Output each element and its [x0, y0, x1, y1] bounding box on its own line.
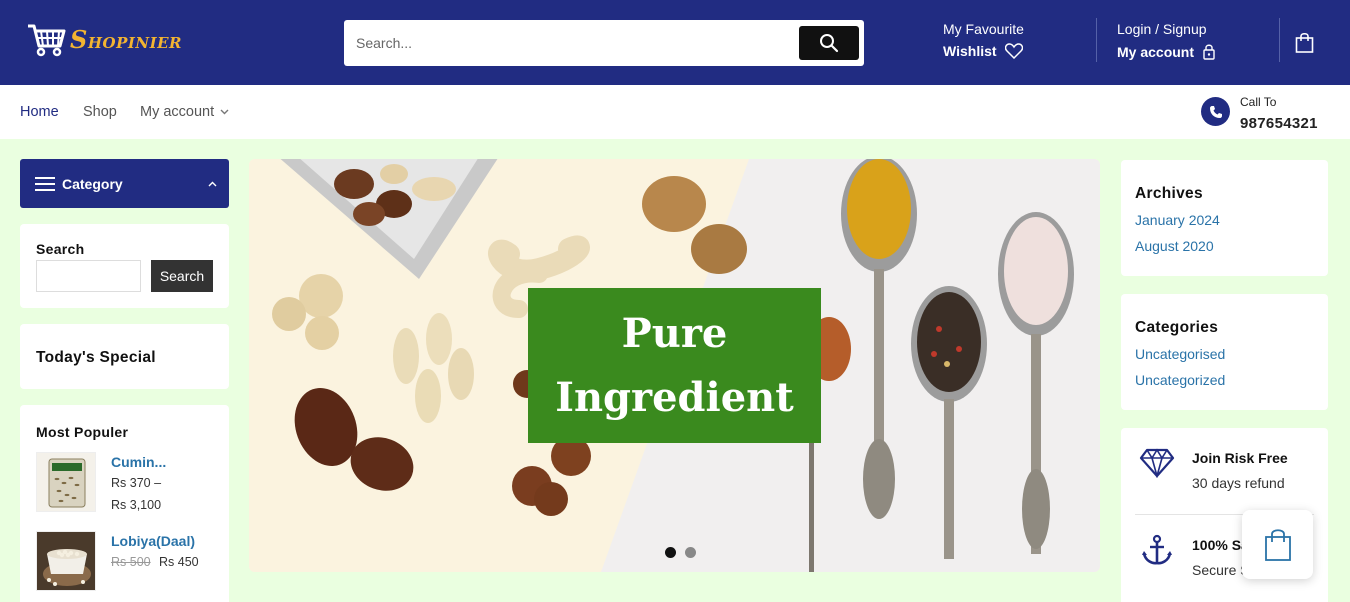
search-button[interactable] [799, 26, 859, 60]
shopping-bag-icon [1295, 32, 1314, 53]
sidebar-search-input[interactable] [36, 260, 141, 292]
shopping-cart-icon [28, 24, 66, 57]
header-search [344, 20, 864, 66]
login-small-label: Login / Signup [1117, 21, 1207, 37]
product-image[interactable] [36, 531, 96, 591]
wishlist-label: Wishlist [943, 43, 997, 59]
top-header: SHOPINIER My Favourite Wishlist Login / … [0, 0, 1350, 85]
cart-button[interactable] [1295, 32, 1314, 58]
todays-special-widget: Today's Special [20, 324, 229, 389]
call-number[interactable]: 987654321 [1240, 115, 1318, 132]
product-name[interactable]: Cumin... [111, 454, 166, 470]
account-link[interactable]: Login / Signup My account [1117, 21, 1216, 60]
category-label: Category [62, 176, 123, 192]
chevron-up-icon [208, 181, 217, 187]
phone-icon [1201, 97, 1230, 126]
most-popular-widget: Most Populer Cumin... Rs 370 – Rs 3,100 [20, 405, 229, 602]
product-name[interactable]: Lobiya(Daal) [111, 533, 195, 549]
sidebar-search-button[interactable]: Search [151, 260, 213, 292]
account-bold-row: My account [1117, 43, 1216, 60]
category-link[interactable]: Uncategorised [1135, 346, 1225, 362]
brand-name: SHOPINIER [70, 24, 183, 54]
search-icon [820, 34, 839, 53]
archive-link[interactable]: January 2024 [1135, 212, 1220, 228]
main-nav: Home Shop My account Call To 987654321 [0, 85, 1350, 139]
floating-cart-button[interactable] [1242, 510, 1313, 579]
product-price: Rs 3,100 [111, 498, 162, 512]
wishlist-link[interactable]: My Favourite Wishlist [943, 21, 1024, 59]
call-label: Call To [1240, 95, 1277, 109]
account-label: My account [1117, 43, 1195, 60]
search-widget-title: Search [36, 241, 85, 257]
search-input[interactable] [356, 32, 786, 54]
categories-title: Categories [1135, 319, 1219, 336]
most-popular-title: Most Populer [36, 424, 129, 440]
category-toggle[interactable]: Category [20, 159, 229, 208]
nav-my-account-label: My account [140, 104, 215, 120]
wishlist-small-label: My Favourite [943, 21, 1024, 37]
menu-icon [35, 177, 55, 191]
feature-title: 100% Sa [1192, 537, 1249, 553]
product-price: Rs 370 – [111, 476, 162, 490]
hero-slider[interactable]: Pure Ingredient [249, 159, 1100, 572]
product-old-price: Rs 500 [111, 555, 151, 569]
todays-special-title: Today's Special [36, 349, 156, 366]
archives-title: Archives [1135, 185, 1203, 202]
slider-dot-active[interactable] [665, 547, 676, 558]
product-price: Rs 450 [159, 555, 199, 569]
nav-shop[interactable]: Shop [83, 104, 117, 120]
nav-my-account[interactable]: My account [140, 104, 229, 120]
chevron-down-icon [220, 109, 229, 115]
feature-subtitle: Secure S [1192, 562, 1250, 578]
heart-icon [1004, 43, 1023, 59]
product-image[interactable] [36, 452, 96, 512]
nav-home[interactable]: Home [20, 104, 59, 120]
search-widget: Search Search [20, 224, 229, 308]
header-divider [1279, 18, 1280, 62]
category-link[interactable]: Uncategorized [1135, 372, 1225, 388]
archive-link[interactable]: August 2020 [1135, 238, 1214, 254]
feature-subtitle: 30 days refund [1192, 475, 1285, 491]
anchor-icon [1142, 534, 1172, 565]
shopping-bag-icon [1264, 528, 1291, 561]
categories-widget: Categories Uncategorised Uncategorized [1121, 294, 1328, 410]
header-divider [1096, 18, 1097, 62]
feature-title: Join Risk Free [1192, 450, 1288, 466]
lock-icon [1203, 44, 1215, 60]
hero-title: Pure Ingredient [528, 288, 821, 443]
archives-widget: Archives January 2024 August 2020 [1121, 160, 1328, 276]
logo[interactable]: SHOPINIER [26, 20, 182, 58]
slider-dot[interactable] [685, 547, 696, 558]
wishlist-bold-row: Wishlist [943, 43, 1024, 59]
diamond-icon [1139, 448, 1175, 478]
